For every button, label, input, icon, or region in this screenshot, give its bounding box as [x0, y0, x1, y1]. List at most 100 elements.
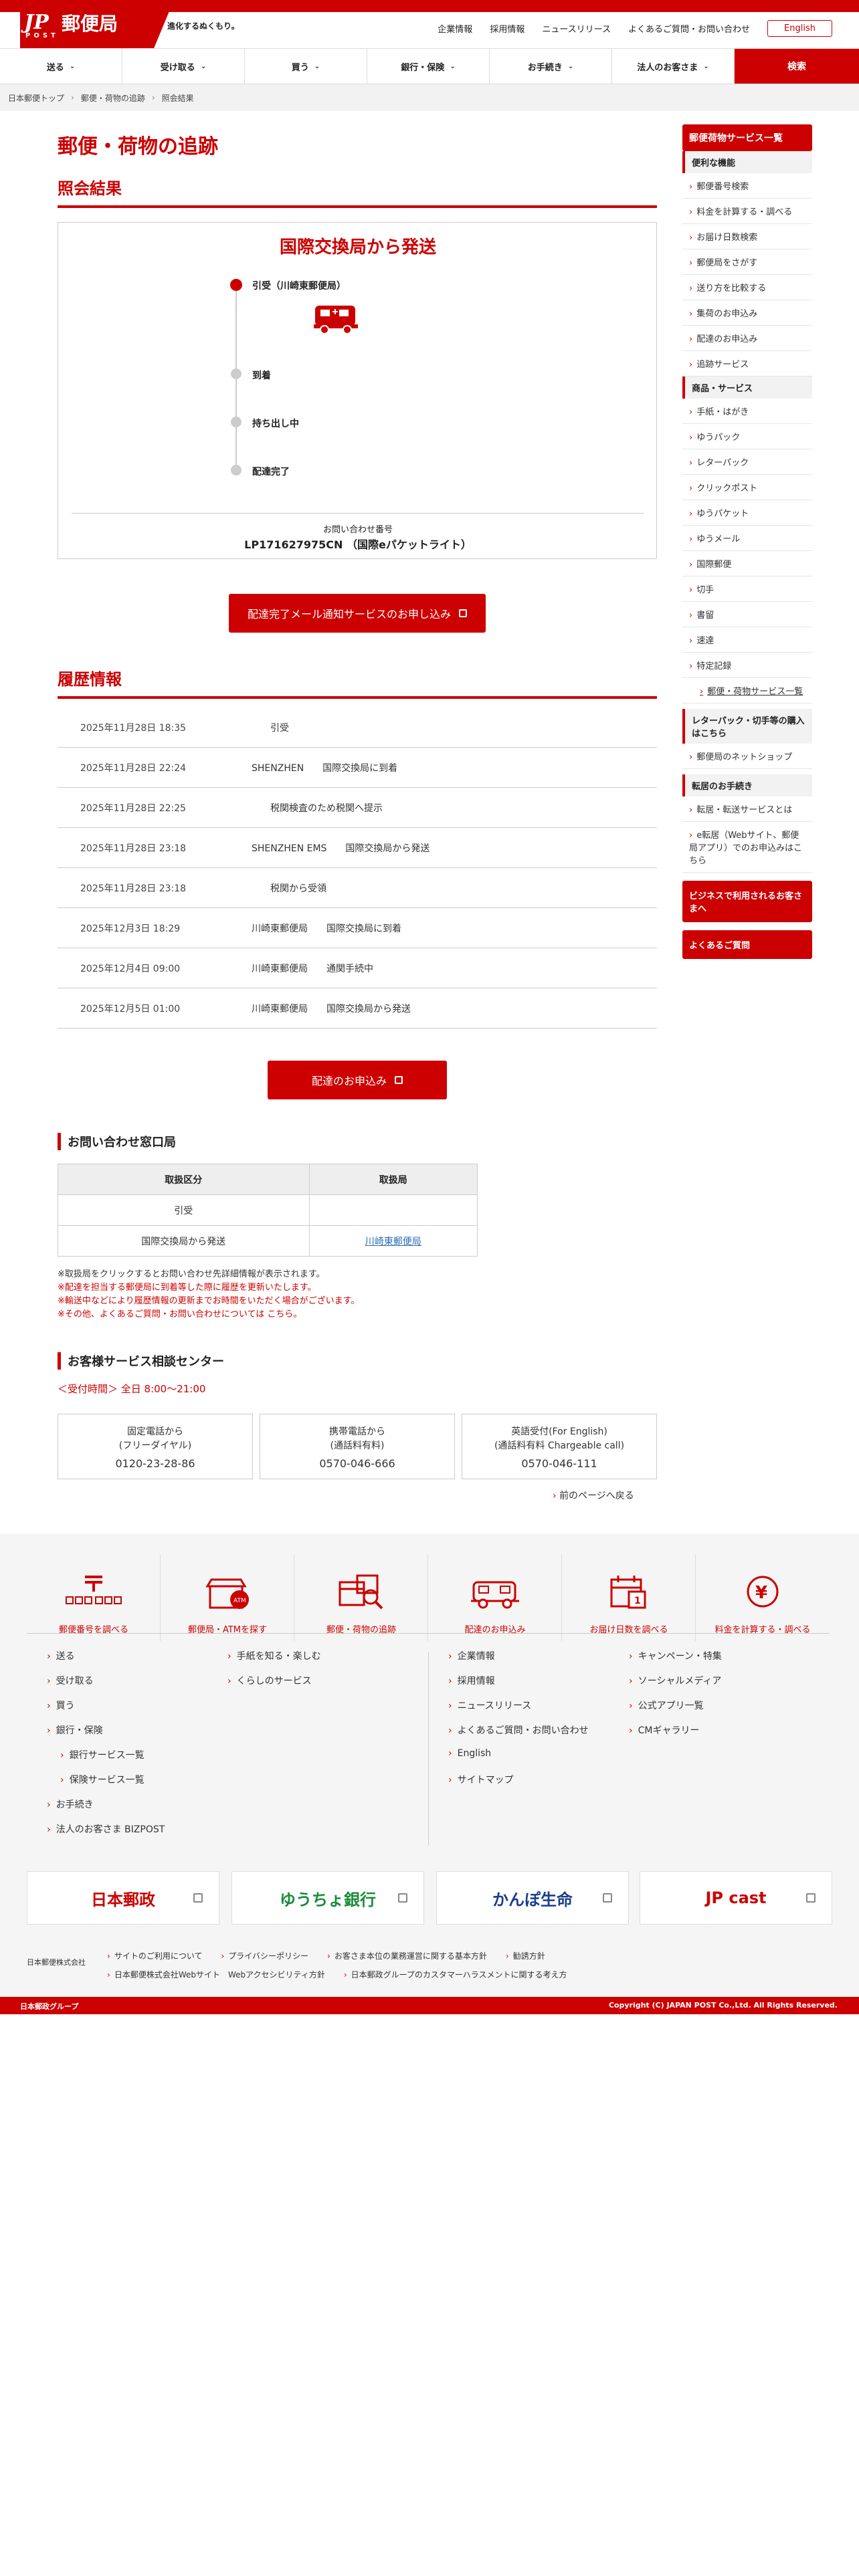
- nav-business[interactable]: 法人のお客さま ⌄: [612, 49, 735, 84]
- atm-icon: ATM: [205, 1578, 249, 1609]
- util-link-corporate[interactable]: 企業情報: [438, 22, 472, 35]
- sidebar-item-recorded[interactable]: 特定記録: [682, 653, 812, 678]
- breadcrumb-home[interactable]: 日本郵便トップ: [8, 92, 64, 104]
- sidebar-item-letterpack[interactable]: レターパック: [682, 449, 812, 475]
- footer-find-atm[interactable]: ATM 郵便局・ATMを探す: [161, 1554, 294, 1641]
- sidebar-faq-button[interactable]: よくあるご質問: [682, 930, 812, 959]
- group-logo-jpcast[interactable]: JP cast: [640, 1871, 832, 1925]
- util-link-news[interactable]: ニュースリリース: [542, 22, 611, 35]
- sidebar-item-rates[interactable]: 料金を計算する・調べる: [682, 199, 812, 224]
- sidebar-all-services-link[interactable]: 郵便・荷物サービス一覧: [682, 678, 812, 704]
- support-heading: お客様サービス相談センター: [58, 1352, 224, 1370]
- footer-delivery-days[interactable]: 1 お届け日数を調べる: [562, 1554, 696, 1641]
- footer-rates[interactable]: ¥ 料金を計算する・調べる: [696, 1554, 830, 1641]
- nav-receive[interactable]: 受け取る ⌄: [122, 49, 245, 84]
- sidebar-item-find-office[interactable]: 郵便局をさがす: [682, 249, 812, 275]
- nav-search-button[interactable]: 検索: [735, 49, 859, 84]
- sidebar-item-days[interactable]: お届け日数検索: [682, 224, 812, 249]
- sidebar-item-registered[interactable]: 書留: [682, 602, 812, 627]
- footer-link[interactable]: ソーシャルメディア: [629, 1674, 722, 1699]
- sidebar-item-redelivery[interactable]: 配達のお申込み: [682, 326, 812, 351]
- footer-link[interactable]: 採用情報: [448, 1674, 589, 1699]
- back-link[interactable]: › 前のページへ戻る: [553, 1489, 634, 1502]
- nav-send[interactable]: 送る ⌄: [0, 49, 122, 84]
- sidebar-item-express[interactable]: 速達: [682, 627, 812, 653]
- nav-buy[interactable]: 買う ⌄: [245, 49, 367, 84]
- legal-link[interactable]: 勧誘方針: [506, 1950, 545, 1961]
- delivery-request-button[interactable]: 配達のお申込み: [268, 1061, 447, 1099]
- util-link-faq[interactable]: よくあるご質問・お問い合わせ: [628, 22, 750, 35]
- footer-tracking[interactable]: 郵便・荷物の追跡: [294, 1554, 428, 1641]
- nav-bank-insurance[interactable]: 銀行・保険 ⌄: [367, 49, 490, 84]
- history-row: 2025年11月28日 23:18 SHENZHEN EMS 国際交換局から発送: [58, 828, 657, 868]
- footer-link[interactable]: English: [448, 1748, 589, 1773]
- footer-link[interactable]: 法人のお客さま BIZPOST: [47, 1822, 165, 1847]
- footer-link[interactable]: キャンペーン・特集: [629, 1649, 722, 1674]
- footer-link[interactable]: 送る: [47, 1649, 165, 1674]
- step-dot: [231, 465, 242, 475]
- sidebar-item-yupacket[interactable]: ゆうパケット: [682, 500, 812, 526]
- footer-link[interactable]: CMギャラリー: [629, 1723, 722, 1748]
- svg-text:¥: ¥: [755, 1583, 767, 1603]
- phone-box-landline: 固定電話から (フリーダイヤル) 0120-23-28-86: [58, 1414, 253, 1479]
- footer-link[interactable]: サイトマップ: [448, 1773, 589, 1798]
- footer-link[interactable]: 手紙を知る・楽しむ: [227, 1649, 321, 1674]
- legal-link[interactable]: 日本郵政グループのカスタマーハラスメントに関する考え方: [344, 1969, 567, 1980]
- footer-link[interactable]: くらしのサービス: [227, 1674, 321, 1699]
- office-link[interactable]: 川崎東郵便局: [365, 1237, 421, 1247]
- footer-link[interactable]: 受け取る: [47, 1674, 165, 1699]
- legal-link[interactable]: お客さま本位の業務運営に関する基本方針: [327, 1950, 487, 1961]
- sidebar-item-letters[interactable]: 手紙・はがき: [682, 399, 812, 424]
- notes: ※取扱局をクリックするとお問い合わせ先詳細情報が表示されます。 ※配達を担当する…: [58, 1268, 359, 1321]
- external-link-icon: [806, 1893, 816, 1903]
- legal-link[interactable]: プライバシーポリシー: [221, 1950, 308, 1961]
- delivery-truck-icon: [312, 303, 359, 335]
- sidebar-item-international[interactable]: 国際郵便: [682, 551, 812, 576]
- group-logo-yucho[interactable]: ゆうちょ銀行: [231, 1871, 424, 1925]
- legal-link[interactable]: サイトのご利用について: [107, 1950, 203, 1961]
- chevron-down-icon: ⌄: [69, 62, 76, 70]
- breadcrumb-tracking[interactable]: 郵便・荷物の追跡: [81, 92, 145, 104]
- sidebar-item-yumail[interactable]: ゆうメール: [682, 526, 812, 551]
- sidebar-item-compare[interactable]: 送り方を比較する: [682, 275, 812, 300]
- footer-link[interactable]: 企業情報: [448, 1649, 589, 1674]
- external-link-icon: [459, 609, 467, 617]
- sidebar-item-postal-code[interactable]: 郵便番号検索: [682, 173, 812, 199]
- sidebar-item-forwarding[interactable]: 転居・転送サービスとは: [682, 796, 812, 822]
- sidebar-title: 郵便荷物サービス一覧: [682, 124, 812, 151]
- sidebar-item-yupack[interactable]: ゆうパック: [682, 424, 812, 449]
- notify-mail-button[interactable]: 配達完了メール通知サービスのお申し込み: [229, 594, 486, 633]
- sidebar-item-pickup[interactable]: 集荷のお申込み: [682, 300, 812, 326]
- footer-link[interactable]: 公式アプリ一覧: [629, 1699, 722, 1723]
- english-button[interactable]: English: [767, 20, 832, 37]
- footer-link[interactable]: よくあるご質問・お問い合わせ: [448, 1723, 589, 1748]
- footer-delivery[interactable]: 配達のお申込み: [428, 1554, 562, 1641]
- sidebar-item-tracking[interactable]: 追跡サービス: [682, 351, 812, 377]
- footer-link[interactable]: ニュースリリース: [448, 1699, 589, 1723]
- sidebar-item-clickpost[interactable]: クリックポスト: [682, 475, 812, 500]
- breadcrumb: 日本郵便トップ › 郵便・荷物の追跡 › 照会結果: [0, 84, 859, 111]
- footer-link[interactable]: 銀行サービス一覧: [47, 1748, 165, 1773]
- nav-procedures[interactable]: お手続き ⌄: [490, 49, 612, 84]
- site-logo[interactable]: JP POST 郵便局: [20, 0, 174, 48]
- bottom-bar: 日本郵政グループ Copyright (C) JAPAN POST Co.,Lt…: [0, 1997, 859, 2014]
- sidebar-item-netshop[interactable]: 郵便局のネットショップ: [682, 744, 812, 769]
- step-dot-active: [230, 279, 242, 291]
- group-logo-kampo[interactable]: かんぽ生命: [436, 1871, 629, 1925]
- sidebar-item-e-tenkyo[interactable]: e転居（Webサイト、郵便局アプリ）でのお申込みはこちら: [682, 822, 812, 873]
- footer-link[interactable]: 買う: [47, 1699, 165, 1723]
- table-row: 国際交換局から発送 川崎東郵便局: [58, 1225, 478, 1257]
- footer-link[interactable]: 保険サービス一覧: [47, 1773, 165, 1798]
- page-title: 郵便・荷物の追跡: [58, 135, 218, 158]
- legal-link[interactable]: 日本郵便株式会社Webサイト Webアクセシビリティ方針: [107, 1969, 325, 1980]
- sidebar-business-button[interactable]: ビジネスで利用されるお客さまへ: [682, 881, 812, 922]
- sidebar-item-stamps[interactable]: 切手: [682, 576, 812, 602]
- step-out-for-delivery: 持ち出し中: [252, 419, 299, 429]
- footer-postal-code[interactable]: 郵便番号を調べる: [27, 1554, 161, 1641]
- faq-note[interactable]: ※その他、よくあるご質問・お問い合わせについては こちら。: [58, 1308, 359, 1321]
- footer-link[interactable]: 銀行・保険: [47, 1723, 165, 1748]
- chevron-down-icon: ⌄: [200, 62, 207, 70]
- group-logo-japanpost-holdings[interactable]: 日本郵政: [27, 1871, 219, 1925]
- footer-link[interactable]: お手続き: [47, 1798, 165, 1822]
- util-link-recruit[interactable]: 採用情報: [490, 22, 524, 35]
